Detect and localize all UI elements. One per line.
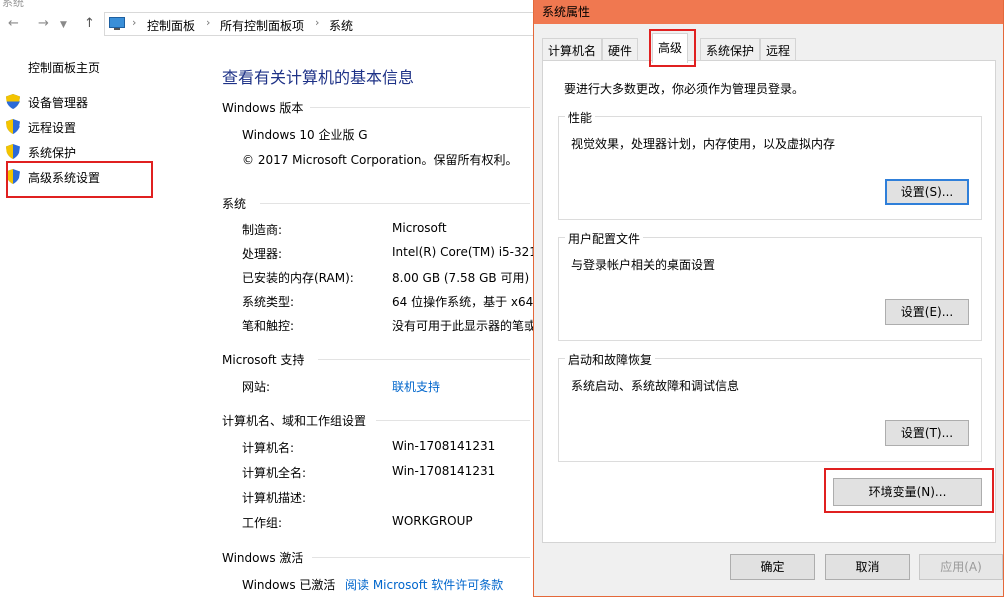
section-title-activation: Windows 激活: [222, 551, 304, 565]
ok-button[interactable]: 确定: [730, 554, 815, 580]
startup-recovery-settings-button[interactable]: 设置(T)...: [885, 420, 969, 446]
online-support-link[interactable]: 联机支持: [392, 378, 440, 395]
dialog-titlebar[interactable]: 系统属性: [534, 0, 1003, 24]
info-label: 计算机描述:: [242, 491, 307, 505]
section-title-edition: Windows 版本: [222, 101, 304, 115]
breadcrumb-control-panel[interactable]: 控制面板: [147, 17, 195, 34]
section-title-system: 系统: [222, 197, 247, 211]
tab-remote[interactable]: 远程: [760, 38, 797, 60]
info-value: 64 位操作系统，基于 x64: [392, 295, 534, 309]
up-arrow-icon[interactable]: ↑: [84, 16, 95, 31]
info-value: Win-1708141231: [392, 464, 496, 478]
section-divider: [318, 359, 530, 360]
window-title: 系统: [2, 0, 24, 9]
info-value: Win-1708141231: [392, 439, 496, 453]
uac-shield-icon: [6, 94, 20, 109]
info-value: 没有可用于此显示器的笔或: [392, 319, 537, 333]
section-divider: [376, 420, 530, 421]
breadcrumb-separator-icon: ›: [132, 16, 137, 29]
section-divider: [310, 107, 530, 108]
breadcrumb-system[interactable]: 系统: [329, 17, 353, 34]
annotation-highlight-box: [649, 29, 696, 67]
info-label: 计算机全名:: [242, 466, 307, 480]
group-startup-recovery: 启动和故障恢复 系统启动、系统故障和调试信息 设置(T)...: [558, 351, 982, 462]
group-description: 系统启动、系统故障和调试信息: [571, 379, 740, 393]
back-arrow-icon[interactable]: ←: [8, 16, 19, 31]
info-label: 系统类型:: [242, 295, 295, 309]
edition-name: Windows 10 企业版 G: [242, 128, 368, 142]
apply-button[interactable]: 应用(A): [919, 554, 1003, 580]
sidebar-item-device-manager[interactable]: 设备管理器: [28, 94, 88, 111]
page-title: 查看有关计算机的基本信息: [222, 68, 415, 87]
forward-arrow-icon[interactable]: →: [38, 16, 49, 31]
performance-settings-button[interactable]: 设置(S)...: [885, 179, 969, 205]
info-label: 工作组:: [242, 516, 283, 530]
sidebar-home-link[interactable]: 控制面板主页: [28, 59, 100, 76]
tab-hardware[interactable]: 硬件: [602, 38, 639, 60]
user-profiles-settings-button[interactable]: 设置(E)...: [885, 299, 969, 325]
breadcrumb-separator-icon: ›: [206, 16, 211, 29]
address-bar[interactable]: › 控制面板 › 所有控制面板项 › 系统: [104, 12, 544, 36]
tab-computer-name[interactable]: 计算机名: [542, 38, 603, 60]
breadcrumb-all-items[interactable]: 所有控制面板项: [220, 17, 304, 34]
license-terms-link[interactable]: 阅读 Microsoft 软件许可条款: [345, 576, 503, 593]
section-title-support: Microsoft 支持: [222, 353, 305, 367]
section-divider: [260, 203, 530, 204]
dialog-title: 系统属性: [542, 5, 591, 19]
cancel-button[interactable]: 取消: [825, 554, 910, 580]
breadcrumb-separator-icon: ›: [315, 16, 320, 29]
admin-note: 要进行大多数更改，你必须作为管理员登录。: [564, 82, 805, 96]
group-title: 性能: [565, 109, 596, 126]
info-label: 制造商:: [242, 223, 283, 237]
info-value: 8.00 GB (7.58 GB 可用): [392, 271, 530, 285]
uac-shield-icon: [6, 144, 20, 159]
edition-copyright: © 2017 Microsoft Corporation。保留所有权利。: [242, 153, 518, 167]
sidebar-item-remote-settings[interactable]: 远程设置: [28, 119, 76, 136]
group-performance: 性能 视觉效果，处理器计划，内存使用，以及虚拟内存 设置(S)...: [558, 109, 982, 220]
section-title-computer: 计算机名、域和工作组设置: [222, 414, 367, 428]
annotation-highlight-box: [6, 161, 153, 198]
info-label: 网站:: [242, 380, 271, 394]
info-label: 计算机名:: [242, 441, 295, 455]
activation-status: Windows 已激活: [242, 578, 336, 592]
annotation-highlight-box: [824, 468, 994, 513]
section-divider: [312, 557, 530, 558]
info-label: 处理器:: [242, 247, 283, 261]
info-label: 已安装的内存(RAM):: [242, 271, 354, 285]
group-description: 视觉效果，处理器计划，内存使用，以及虚拟内存: [571, 137, 836, 151]
info-value: Microsoft: [392, 221, 447, 235]
group-title: 启动和故障恢复: [565, 351, 656, 368]
group-user-profiles: 用户配置文件 与登录帐户相关的桌面设置 设置(E)...: [558, 230, 982, 341]
computer-icon: [109, 17, 125, 31]
group-description: 与登录帐户相关的桌面设置: [571, 258, 716, 272]
info-label: 笔和触控:: [242, 319, 295, 333]
info-value: Intel(R) Core(TM) i5-3210: [392, 245, 545, 259]
recent-locations-chevron-icon[interactable]: ▼: [60, 20, 67, 30]
sidebar-item-system-protection[interactable]: 系统保护: [28, 144, 76, 161]
group-title: 用户配置文件: [565, 230, 644, 247]
uac-shield-icon: [6, 119, 20, 134]
info-value: WORKGROUP: [392, 514, 473, 528]
tab-system-protection[interactable]: 系统保护: [700, 38, 761, 60]
